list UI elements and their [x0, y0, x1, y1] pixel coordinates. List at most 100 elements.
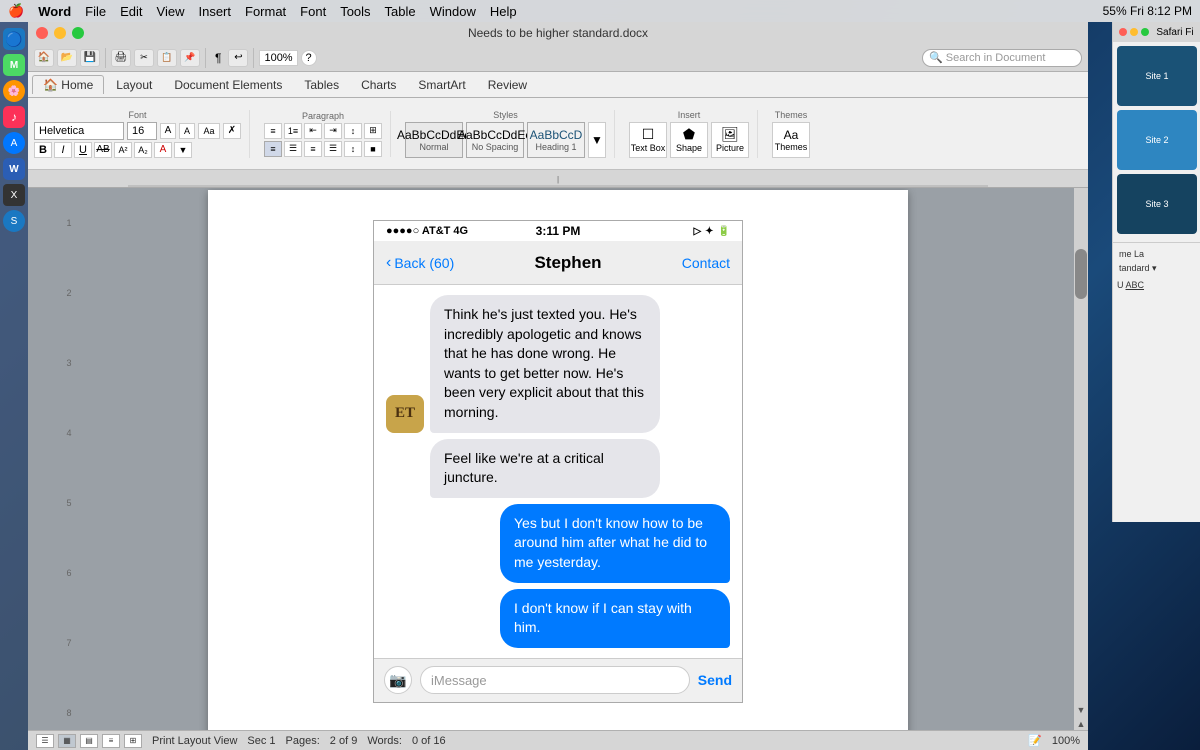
- toolbar-print[interactable]: 🖨: [111, 49, 131, 67]
- scrollbar-track[interactable]: ▼ ▲: [1074, 188, 1088, 730]
- justify-btn[interactable]: ☰: [324, 141, 342, 157]
- themes-btn[interactable]: Aa Themes: [772, 122, 810, 158]
- toolbar-new[interactable]: 🏠: [34, 49, 54, 67]
- shading-btn[interactable]: ■: [364, 141, 382, 157]
- tab-review[interactable]: Review: [478, 76, 537, 94]
- dock-safari[interactable]: S: [3, 210, 25, 232]
- menu-insert[interactable]: Insert: [198, 4, 231, 19]
- subscript-button[interactable]: A₂: [134, 142, 152, 158]
- toolbar-copy[interactable]: 📋: [157, 49, 177, 67]
- view-btn-1[interactable]: ☰: [36, 734, 54, 748]
- strikethrough-button[interactable]: AB: [94, 142, 112, 158]
- toolbar-paragraph[interactable]: ¶: [211, 51, 225, 65]
- safari-label: Safari Fi: [1156, 27, 1193, 38]
- tab-smartart[interactable]: SmartArt: [408, 76, 475, 94]
- close-button[interactable]: [36, 27, 48, 39]
- dock-photos[interactable]: 🌸: [3, 80, 25, 102]
- safari-thumb-2[interactable]: Site 2: [1117, 110, 1197, 170]
- scroll-up-btn[interactable]: ▲: [1075, 718, 1087, 730]
- tab-tables[interactable]: Tables: [294, 76, 349, 94]
- scroll-down-btn[interactable]: ▼: [1075, 704, 1087, 716]
- indent-more-btn[interactable]: ⇥: [324, 123, 342, 139]
- superscript-button[interactable]: A²: [114, 142, 132, 158]
- style-normal[interactable]: AaBbCcDdEe Normal: [405, 122, 463, 158]
- zoom-display[interactable]: 100%: [259, 50, 297, 66]
- back-button[interactable]: ‹ Back (60): [386, 254, 454, 272]
- styles-panel-row-1[interactable]: me La: [1117, 247, 1196, 261]
- sort-btn[interactable]: ↕: [344, 123, 362, 139]
- menu-table[interactable]: Table: [385, 4, 416, 19]
- font-size-select[interactable]: 16: [127, 122, 157, 140]
- toolbar-paste[interactable]: 📌: [180, 49, 200, 67]
- view-btn-5[interactable]: ⊞: [124, 734, 142, 748]
- menu-edit[interactable]: Edit: [120, 4, 142, 19]
- menu-format[interactable]: Format: [245, 4, 286, 19]
- italic-button[interactable]: I: [54, 142, 72, 158]
- font-name-select[interactable]: Helvetica: [34, 122, 124, 140]
- contact-button[interactable]: Contact: [682, 255, 730, 271]
- view-btn-3[interactable]: ▤: [80, 734, 98, 748]
- zoom-help[interactable]: ?: [301, 50, 317, 66]
- maximize-button[interactable]: [72, 27, 84, 39]
- dock-music[interactable]: ♪: [3, 106, 25, 128]
- message-input[interactable]: iMessage: [420, 666, 690, 694]
- style-no-spacing[interactable]: AaBbCcDdEe No Spacing: [466, 122, 524, 158]
- toolbar-save[interactable]: 💾: [80, 49, 100, 67]
- borders-btn[interactable]: ⊞: [364, 123, 382, 139]
- font-theme[interactable]: Aa: [198, 123, 220, 139]
- styles-more[interactable]: ▼: [588, 122, 606, 158]
- insert-textbox[interactable]: ☐ Text Box: [629, 122, 667, 158]
- tab-charts[interactable]: Charts: [351, 76, 406, 94]
- tab-layout[interactable]: Layout: [106, 76, 162, 94]
- styles-panel-row-2[interactable]: tandard ▾: [1117, 261, 1196, 276]
- numbered-list-btn[interactable]: 1≡: [284, 123, 302, 139]
- scrollbar-thumb[interactable]: [1075, 249, 1087, 299]
- font-clear[interactable]: ✗: [223, 123, 241, 139]
- view-btn-4[interactable]: ≡: [102, 734, 120, 748]
- dock-x[interactable]: X: [3, 184, 25, 206]
- safari-min[interactable]: [1130, 28, 1138, 36]
- safari-thumb-3[interactable]: Site 3: [1117, 174, 1197, 234]
- spelling-error-icon[interactable]: 📝: [1028, 734, 1042, 747]
- toolbar-open[interactable]: 📂: [57, 49, 77, 67]
- insert-picture[interactable]: 🖼 Picture: [711, 122, 749, 158]
- bullet-list-btn[interactable]: ≡: [264, 123, 282, 139]
- dock-appstore[interactable]: A: [3, 132, 25, 154]
- menu-view[interactable]: View: [157, 4, 185, 19]
- bold-button[interactable]: B: [34, 142, 52, 158]
- indent-less-btn[interactable]: ⇤: [304, 123, 322, 139]
- style-heading1[interactable]: AaBbCcD Heading 1: [527, 122, 585, 158]
- font-color-button[interactable]: A: [154, 142, 172, 158]
- tab-home[interactable]: 🏠 Home: [32, 75, 104, 94]
- highlight-button[interactable]: ▼: [174, 142, 192, 158]
- menu-window[interactable]: Window: [430, 4, 476, 19]
- align-left-btn[interactable]: ≡: [264, 141, 282, 157]
- apple-menu[interactable]: 🍎: [8, 3, 24, 19]
- dock-word[interactable]: W: [3, 158, 25, 180]
- view-btn-2[interactable]: ▦: [58, 734, 76, 748]
- line-spacing-btn[interactable]: ↕: [344, 141, 362, 157]
- safari-max[interactable]: [1141, 28, 1149, 36]
- insert-shape[interactable]: ⬟ Shape: [670, 122, 708, 158]
- safari-close[interactable]: [1119, 28, 1127, 36]
- menu-font[interactable]: Font: [300, 4, 326, 19]
- menu-file[interactable]: File: [85, 4, 106, 19]
- safari-thumb-1[interactable]: Site 1: [1117, 46, 1197, 106]
- search-box[interactable]: 🔍 Search in Document: [922, 49, 1082, 67]
- underline-button[interactable]: U: [74, 142, 92, 158]
- camera-button[interactable]: 📷: [384, 666, 412, 694]
- align-center-btn[interactable]: ☰: [284, 141, 302, 157]
- minimize-button[interactable]: [54, 27, 66, 39]
- toolbar-cut[interactable]: ✂: [134, 49, 154, 67]
- tab-document-elements[interactable]: Document Elements: [164, 76, 292, 94]
- toolbar-undo[interactable]: ↩: [228, 49, 248, 67]
- font-shrink[interactable]: A: [179, 123, 195, 139]
- send-button[interactable]: Send: [698, 672, 732, 688]
- app-menu-word[interactable]: Word: [38, 4, 71, 19]
- dock-messages[interactable]: M: [3, 54, 25, 76]
- menu-help[interactable]: Help: [490, 4, 517, 19]
- font-grow[interactable]: A: [160, 123, 176, 139]
- dock-finder[interactable]: 🔵: [3, 28, 25, 50]
- menu-tools[interactable]: Tools: [340, 4, 370, 19]
- align-right-btn[interactable]: ≡: [304, 141, 322, 157]
